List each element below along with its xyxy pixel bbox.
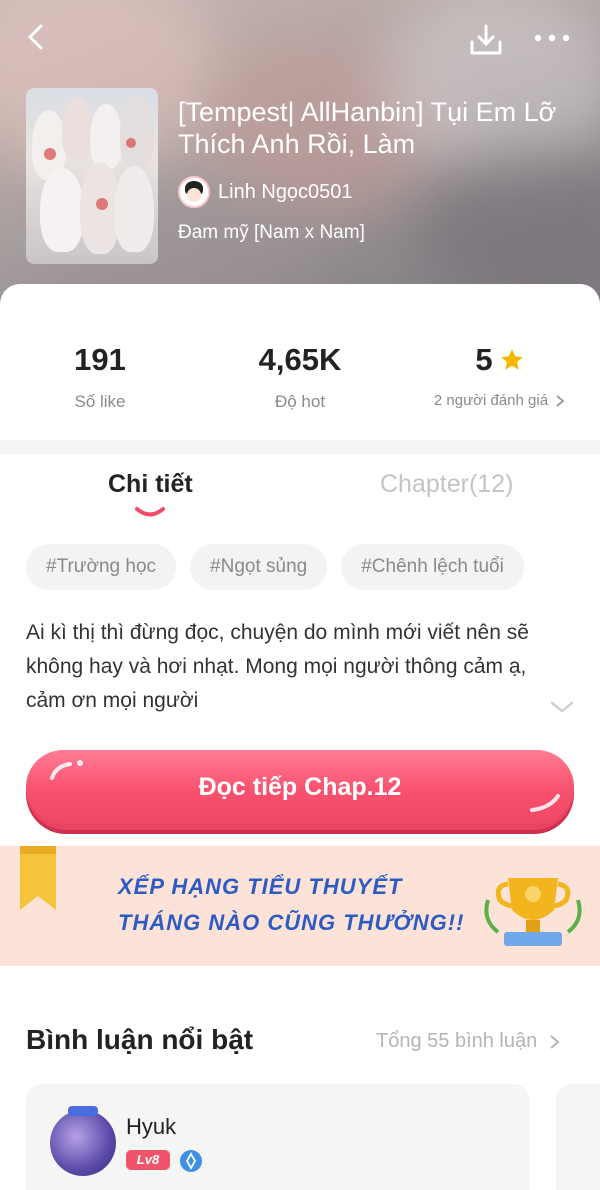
featured-comments-heading: Bình luận nổi bật xyxy=(26,1024,254,1055)
bookmark-ribbon-icon xyxy=(20,846,56,910)
top-bar xyxy=(0,0,600,80)
section-divider xyxy=(0,440,600,454)
chevron-right-icon xyxy=(550,1034,560,1049)
download-icon[interactable] xyxy=(468,22,504,58)
likes-label: Số like xyxy=(74,392,126,411)
likes-value: 191 xyxy=(74,342,126,377)
story-title: [Tempest| AllHanbin] Tụi Em Lỡ Thích Anh… xyxy=(178,97,557,159)
likes-stat: 191 Số like xyxy=(0,338,200,412)
continue-reading-label: Đọc tiếp Chap.12 xyxy=(198,773,402,801)
tag-list: #Trường học #Ngọt sủng #Chênh lệch tuổi xyxy=(26,544,524,590)
rating-stat[interactable]: 5 2 người đánh giá xyxy=(400,338,600,409)
comments-total-link[interactable]: Tổng 55 bình luận xyxy=(376,1030,563,1053)
star-icon xyxy=(500,349,523,370)
author-row[interactable]: Linh Ngọc0501 xyxy=(178,176,353,208)
detail-tabs: Chi tiết Chapter(12) xyxy=(0,462,600,522)
rating-value-row: 5 xyxy=(400,338,600,382)
tag-chip[interactable]: #Trường học xyxy=(26,544,177,590)
tag-chip[interactable]: #Chênh lệch tuổi xyxy=(341,544,524,590)
author-name[interactable]: Linh Ngọc0501 xyxy=(218,181,353,204)
comments-total-label: Tổng 55 bình luận xyxy=(376,1030,538,1052)
tab-chapters[interactable]: Chapter(12) xyxy=(380,470,513,499)
story-genre: Đam mỹ [Nam x Nam] xyxy=(178,222,365,243)
story-cover-image[interactable] xyxy=(26,88,158,264)
banner-line-1: XẾP HẠNG TIỂU THUYẾT xyxy=(118,874,403,899)
hot-label: Độ hot xyxy=(274,392,326,411)
commenter-avatar[interactable] xyxy=(50,1110,116,1176)
comment-card[interactable]: Hyuk Lv8 xyxy=(26,1084,530,1190)
tab-details[interactable]: Chi tiết xyxy=(108,470,193,499)
chevron-down-icon[interactable] xyxy=(548,696,576,718)
writer-badge-icon xyxy=(68,1106,98,1116)
rating-label-row[interactable]: 2 người đánh giá xyxy=(400,392,600,409)
chevron-right-icon xyxy=(556,394,565,407)
story-description: Ai kì thị thì đừng đọc, chuyện do mình m… xyxy=(26,621,529,712)
rating-count-label: 2 người đánh giá xyxy=(433,392,549,409)
chevron-left-icon[interactable] xyxy=(22,22,52,52)
verified-badge-icon xyxy=(180,1150,202,1172)
continue-reading-button[interactable]: Đọc tiếp Chap.12 xyxy=(26,750,574,830)
hot-value: 4,65K xyxy=(258,342,342,377)
commenter-name[interactable]: Hyuk xyxy=(126,1114,176,1140)
ranking-promo-banner[interactable]: XẾP HẠNG TIỂU THUYẾT THÁNG NÀO CŨNG THƯỞ… xyxy=(0,846,600,966)
banner-line-2: THÁNG NÀO CŨNG THƯỞNG!! xyxy=(118,910,465,935)
author-avatar[interactable] xyxy=(178,176,210,208)
level-badge: Lv8 xyxy=(126,1150,170,1170)
active-tab-indicator xyxy=(135,507,165,517)
stats-row: 191 Số like 4,65K Độ hot 5 2 người đánh … xyxy=(0,338,600,428)
rating-value: 5 xyxy=(475,342,493,377)
trophy-icon xyxy=(484,878,582,946)
hot-stat: 4,65K Độ hot xyxy=(200,338,400,412)
tag-chip[interactable]: #Ngọt sủng xyxy=(190,544,328,590)
more-dots-icon[interactable] xyxy=(532,26,572,50)
comment-card-next[interactable] xyxy=(556,1084,600,1190)
